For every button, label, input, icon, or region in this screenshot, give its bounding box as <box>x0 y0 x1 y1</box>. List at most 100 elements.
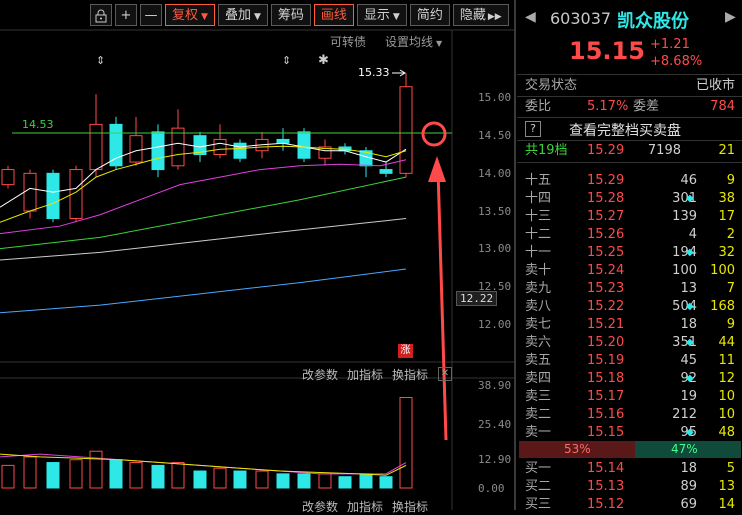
buy-sell-ratio-bar: 53% 47% <box>519 441 741 458</box>
level-volume: 139 <box>672 209 697 224</box>
orderbook-row[interactable]: 买二 15.13 89 13 <box>523 478 737 496</box>
level-volume: 13 <box>680 281 697 296</box>
candle-body[interactable] <box>109 123 123 167</box>
divider <box>517 117 742 118</box>
level-volume: 4 <box>688 227 697 242</box>
orderbook-row[interactable]: 十三 15.27 139 17 <box>523 208 737 226</box>
volume-bar[interactable] <box>379 476 393 489</box>
full-orderbook-button[interactable]: 查看完整档买卖盘 <box>569 120 681 140</box>
candle-body[interactable] <box>276 138 290 144</box>
star-marker[interactable]: ✱ <box>318 53 329 68</box>
level-order-count: 2 <box>726 227 735 242</box>
candle-body[interactable] <box>151 131 165 171</box>
total-levels-row[interactable]: 共19档 15.29 7198 21 <box>523 142 737 160</box>
trade-status-label: 交易状态 <box>525 78 578 93</box>
level-label: 买一 <box>525 461 552 476</box>
orderbook-row[interactable]: 十一 15.25 194 ◆ 32 <box>523 244 737 262</box>
candle-body[interactable] <box>23 172 37 212</box>
stock-name: 凯众股份 <box>617 11 689 32</box>
candle-body[interactable] <box>213 138 227 156</box>
level-order-count: 100 <box>710 263 735 278</box>
orderbook-row[interactable]: 十五 15.29 46 9 <box>523 172 737 190</box>
divider <box>517 96 742 97</box>
orderbook-row[interactable]: 卖七 15.21 18 9 <box>523 316 737 334</box>
orderbook-row[interactable]: 十二 15.26 4 2 <box>523 226 737 244</box>
orderbook-row[interactable]: 卖十 15.24 100 100 <box>523 262 737 280</box>
sub-y-axis-label: 12.90 <box>478 453 512 466</box>
volume-bar[interactable] <box>318 473 332 489</box>
candle-body[interactable] <box>171 127 185 167</box>
kline-chart[interactable]: ⇕ ⇕ ✱ 15.33 14.53 <box>0 0 514 510</box>
event-marker[interactable]: ⇕ <box>282 54 291 67</box>
orderbook-row[interactable]: 买一 15.14 18 5 <box>523 460 737 478</box>
level-label: 十二 <box>525 227 552 242</box>
level-volume: 212 <box>672 407 697 422</box>
edit-params-button[interactable]: 改参数 <box>302 366 338 383</box>
orderbook-row[interactable]: 买三 15.12 69 14 <box>523 496 737 514</box>
volume-bar[interactable] <box>399 397 413 489</box>
volume-bar[interactable] <box>129 462 143 489</box>
orderbook-row[interactable]: 卖五 15.19 45 11 <box>523 352 737 370</box>
volume-bar[interactable] <box>1 464 15 489</box>
sub-edit-params-button[interactable]: 改参数 <box>302 498 338 515</box>
sub-switch-indicator-button[interactable]: 换指标 <box>392 498 428 515</box>
close-icon[interactable]: ✕ <box>438 367 452 381</box>
level-order-count: 10 <box>718 389 735 404</box>
level-price: 15.23 <box>587 281 625 296</box>
orderbook-row[interactable]: 卖四 15.18 92 ◆ 12 <box>523 370 737 388</box>
last-price: 15.15 <box>569 37 645 65</box>
level-label: 卖七 <box>525 317 552 332</box>
sub-add-indicator-button[interactable]: 加指标 <box>347 498 383 515</box>
candle-body[interactable] <box>379 169 393 174</box>
orderbook-row[interactable]: 卖八 15.22 504 ◆ 168 <box>523 298 737 316</box>
candle-body[interactable] <box>46 172 60 220</box>
volume-bar[interactable] <box>109 459 123 489</box>
volume-bar[interactable] <box>46 462 60 489</box>
level-price: 15.22 <box>587 299 625 314</box>
volume-bar[interactable] <box>23 456 37 489</box>
level-price: 15.16 <box>587 407 625 422</box>
orderbook-row[interactable]: 卖九 15.23 13 7 <box>523 280 737 298</box>
change-value: +1.21 <box>650 37 690 52</box>
candle-body[interactable] <box>297 131 311 159</box>
orderbook-row[interactable]: 十四 15.28 301 ◆ 38 <box>523 190 737 208</box>
sub-y-axis-label: 38.90 <box>478 379 512 392</box>
candle-body[interactable] <box>89 123 103 171</box>
orderbook-row[interactable]: 卖二 15.16 212 10 <box>523 406 737 424</box>
orderbook-row[interactable]: 卖六 15.20 351 ◆ 44 <box>523 334 737 352</box>
volume-bar[interactable] <box>213 467 227 489</box>
level-label: 买二 <box>525 479 552 494</box>
diamond-icon: ◆ <box>686 373 694 384</box>
level-order-count: 9 <box>726 173 735 188</box>
orderbook-row[interactable]: 卖一 15.15 95 ◆ 48 <box>523 424 737 442</box>
event-marker[interactable]: ⇕ <box>96 54 105 67</box>
volume-bar[interactable] <box>89 450 103 489</box>
volume-bar[interactable] <box>276 473 290 489</box>
candle-body[interactable] <box>129 135 143 163</box>
orderbook-row[interactable]: 卖三 15.17 19 10 <box>523 388 737 406</box>
volume-bar[interactable] <box>171 462 185 489</box>
volume-bar[interactable] <box>338 476 352 489</box>
level-order-count: 13 <box>718 479 735 494</box>
add-indicator-button[interactable]: 加指标 <box>347 366 383 383</box>
candle-body[interactable] <box>1 169 15 186</box>
volume-bar[interactable] <box>297 473 311 489</box>
help-icon[interactable]: ? <box>525 121 541 137</box>
switch-indicator-button[interactable]: 换指标 <box>392 366 428 383</box>
next-stock-icon[interactable]: ▶ <box>725 9 736 25</box>
volume-bar[interactable] <box>151 464 165 489</box>
total-levels-price: 15.29 <box>587 143 625 158</box>
volume-bar[interactable] <box>193 470 207 489</box>
volume-bar[interactable] <box>69 459 83 489</box>
ma10-line <box>0 145 407 223</box>
volume-bar[interactable] <box>255 470 269 489</box>
level-price: 15.15 <box>587 425 625 440</box>
volume-bar[interactable] <box>233 470 247 489</box>
level-order-count: 7 <box>726 281 735 296</box>
panel-divider[interactable] <box>514 0 516 510</box>
volume-bar[interactable] <box>359 473 373 489</box>
candle-body[interactable] <box>233 142 247 159</box>
prev-stock-icon[interactable]: ◀ <box>525 9 536 25</box>
divider <box>517 162 742 163</box>
annotation-arrow-head-icon <box>428 156 446 182</box>
